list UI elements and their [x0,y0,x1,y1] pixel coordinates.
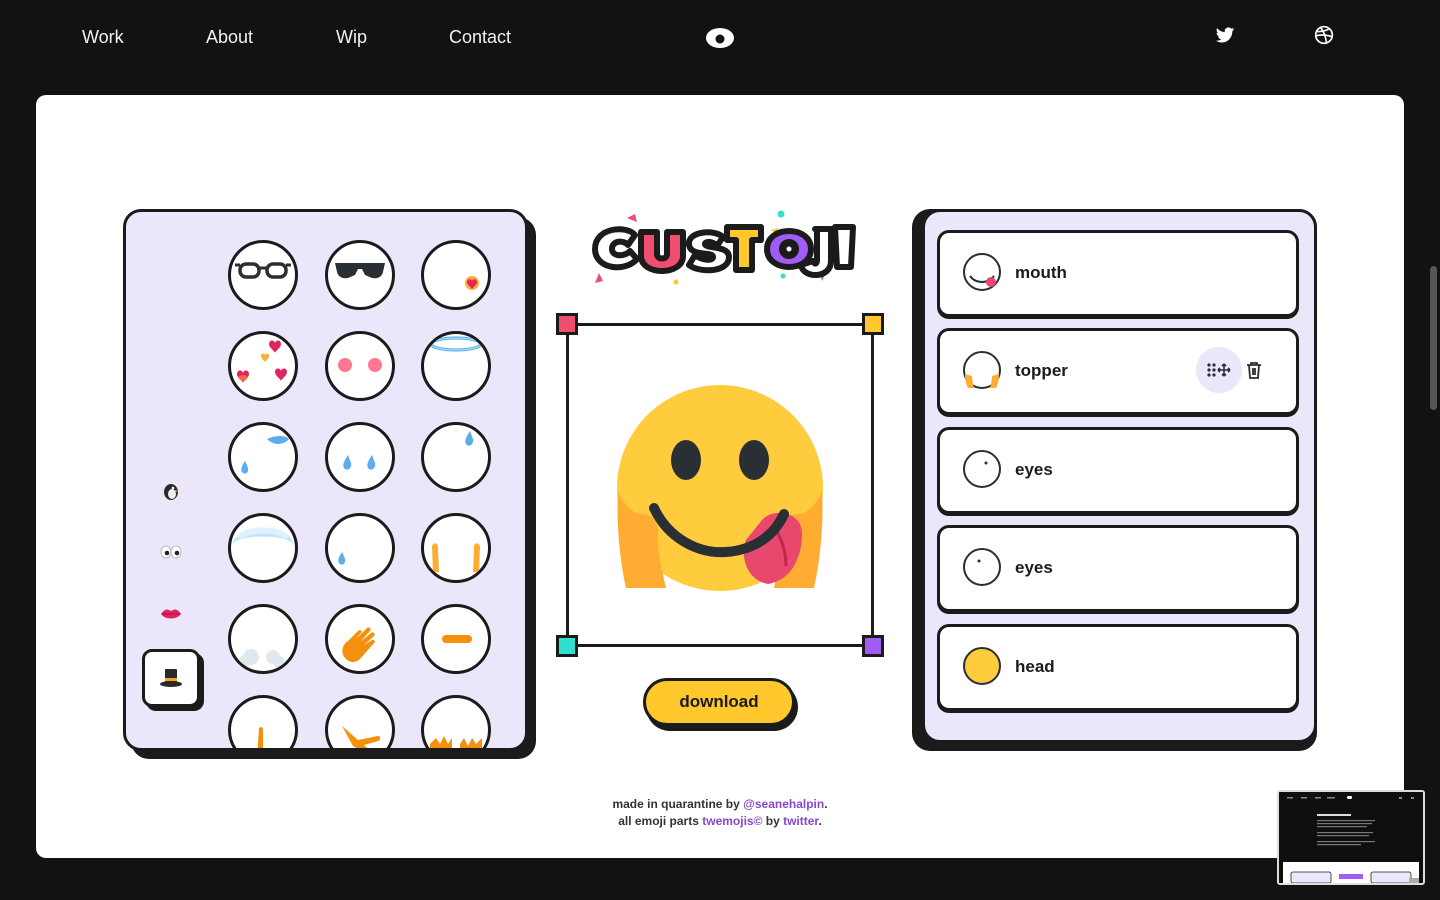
part-pink-cheeks[interactable] [325,331,395,401]
credits-text: . [818,814,822,828]
part-cloud-hands[interactable] [228,604,298,674]
mouth-layer-icon [962,252,1002,292]
part-tears-both[interactable] [325,422,395,492]
part-tears-left[interactable] [228,422,298,492]
part-floating-hearts[interactable] [228,331,298,401]
part-single-tear[interactable] [325,513,395,583]
download-button[interactable]: download [643,678,798,731]
twemoji-link[interactable]: twemojis© [702,814,762,828]
twitter-icon[interactable] [1215,25,1235,50]
layer-label: eyes [1015,558,1053,577]
head-layer-icon [962,646,1002,686]
resize-handle-top-right[interactable] [862,313,884,335]
parts-panel-body [123,209,528,751]
trash-icon[interactable] [1246,361,1262,384]
layer-label: head [1015,657,1055,676]
eye-icon[interactable] [704,26,736,55]
download-label: download [643,678,795,726]
eyes-icon[interactable] [156,537,186,567]
part-bandage[interactable] [421,604,491,674]
part-heart-cheek[interactable] [421,240,491,310]
credits-text: made in quarantine by [612,797,744,811]
eyes-layer-icon [962,449,1002,489]
part-hand-low[interactable] [228,695,298,748]
part-hands-up[interactable] [421,513,491,583]
twitter-link[interactable]: twitter [783,814,818,828]
nav-link-about[interactable]: About [206,27,253,48]
layers-panel: mouth topper eyes eyes head [912,209,1317,751]
credits-text: . [824,797,828,811]
top-navigation: Work About Wip Contact [0,0,1440,80]
resize-handle-bottom-right[interactable] [862,635,884,657]
part-halo[interactable] [421,331,491,401]
category-tab-topper[interactable] [142,649,204,711]
custoji-logo [583,205,858,295]
top-hat-icon [142,649,200,707]
layer-item-head[interactable]: head [937,624,1299,713]
resize-handle-top-left[interactable] [556,313,578,335]
layer-item-topper[interactable]: topper [937,328,1299,417]
nav-link-wip[interactable]: Wip [336,27,367,48]
part-sunglasses[interactable] [325,240,395,310]
layer-label: mouth [1015,263,1067,282]
part-waving-hand[interactable] [325,604,395,674]
emoji-preview [612,380,828,597]
dribbble-icon[interactable] [1314,25,1334,50]
penguin-icon[interactable] [156,476,186,506]
part-cap[interactable] [228,513,298,583]
drag-handle-icon[interactable] [1196,347,1242,393]
parts-panel [123,209,536,759]
layer-item-eyes[interactable]: eyes [937,427,1299,516]
credits: made in quarantine by @seanehalpin. all … [520,796,920,830]
layer-item-mouth[interactable]: mouth [937,230,1299,319]
scrollbar[interactable] [1430,266,1437,410]
topper-layer-icon [962,350,1002,390]
resize-handle-bottom-left[interactable] [556,635,578,657]
lips-icon[interactable] [156,599,186,629]
nav-link-contact[interactable]: Contact [449,27,511,48]
part-glasses[interactable] [228,240,298,310]
layer-label: eyes [1015,460,1053,479]
part-hands-spread[interactable] [421,695,491,748]
author-link[interactable]: @seanehalpin [743,797,824,811]
nav-link-work[interactable]: Work [82,27,124,48]
part-hand-point[interactable] [325,695,395,748]
eyes-layer-icon [962,547,1002,587]
layer-label: topper [1015,361,1068,380]
credits-text: by [762,814,784,828]
credits-text: all emoji parts [618,814,703,828]
layer-item-eyes[interactable]: eyes [937,525,1299,614]
part-tear-right[interactable] [421,422,491,492]
page-thumbnail[interactable] [1277,790,1425,885]
